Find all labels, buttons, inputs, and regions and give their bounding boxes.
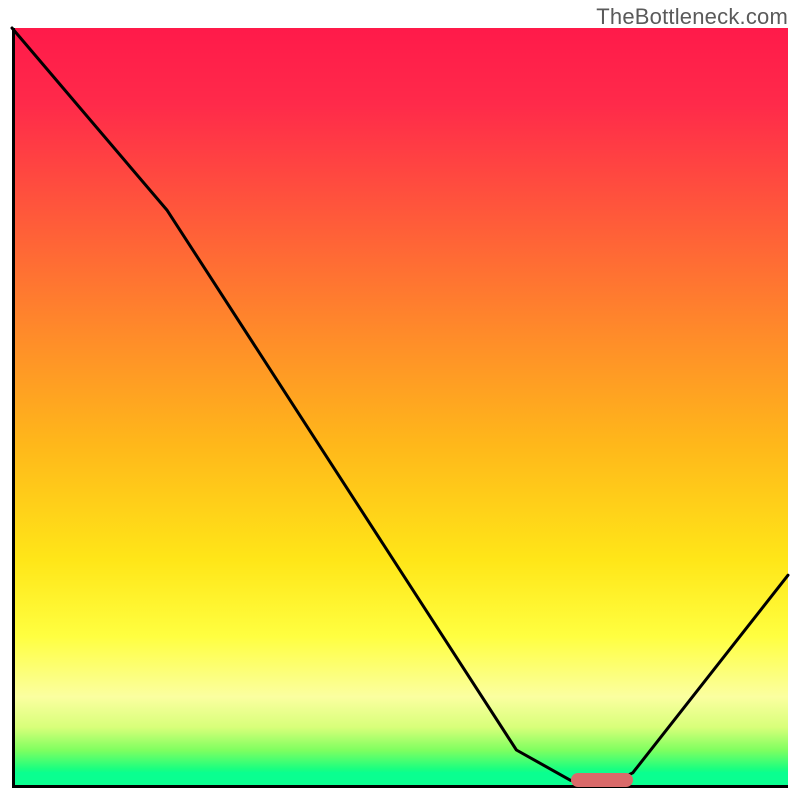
optimal-range-marker: [571, 773, 633, 787]
watermark-text: TheBottleneck.com: [596, 4, 788, 30]
bottleneck-curve: [12, 28, 788, 788]
